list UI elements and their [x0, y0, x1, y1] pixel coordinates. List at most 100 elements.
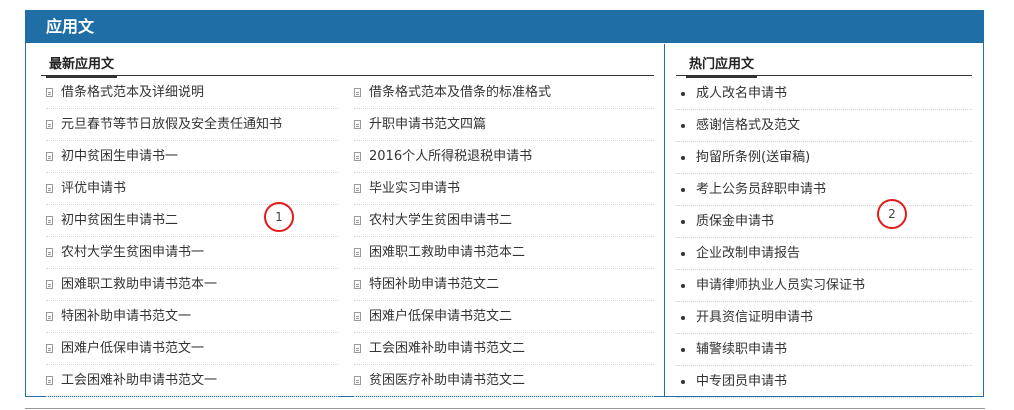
list-item-link[interactable]: 初中贫困生申请书二	[61, 205, 178, 236]
document-icon	[46, 248, 53, 257]
bullet-dot-icon	[681, 380, 685, 384]
list-item-link[interactable]: 申请律师执业人员实习保证书	[696, 270, 865, 301]
column-divider	[664, 44, 665, 397]
list-item-link[interactable]: 毕业实习申请书	[369, 173, 460, 204]
list-item-link[interactable]: 困难户低保申请书范文二	[369, 301, 512, 332]
hot-list-item[interactable]: 拘留所条例(送审稿)	[676, 142, 972, 174]
document-icon	[46, 312, 53, 321]
bullet-dot-icon	[681, 316, 685, 320]
document-icon	[354, 120, 361, 129]
list-item-link[interactable]: 开具资信证明申请书	[696, 302, 813, 333]
bullet-dot-icon	[681, 348, 685, 352]
list-item[interactable]: 元旦春节等节日放假及安全责任通知书	[46, 109, 338, 141]
app-writing-panel: 应用文 最新应用文 借条格式范本及详细说明 元旦春节等节日放假及安全责任通知书 初中…	[25, 10, 984, 398]
document-icon	[46, 184, 53, 193]
list-item-link[interactable]: 困难职工救助申请书范本二	[369, 237, 525, 268]
annotation-marker-1: 1	[264, 202, 294, 232]
list-item-link[interactable]: 借条格式范本及详细说明	[61, 77, 204, 108]
list-item-link[interactable]: 困难户低保申请书范文一	[61, 333, 204, 364]
list-item-link[interactable]: 特困补助申请书范文一	[61, 301, 191, 332]
list-item-link[interactable]: 贫困医疗补助申请书范文二	[369, 365, 525, 396]
list-item[interactable]: 困难户低保申请书范文二	[354, 301, 654, 333]
hot-list-item[interactable]: 成人改名申请书	[676, 78, 972, 110]
list-item-link[interactable]: 工会困难补助申请书范文一	[61, 365, 217, 396]
list-item-link[interactable]: 困难职工救助申请书范本一	[61, 269, 217, 300]
document-icon	[354, 312, 361, 321]
document-icon	[354, 216, 361, 225]
list-item[interactable]: 特困补助申请书范文二	[354, 269, 654, 301]
document-icon	[354, 248, 361, 257]
hot-list-item[interactable]: 中专团员申请书	[676, 366, 972, 398]
document-icon	[46, 216, 53, 225]
hot-list: 成人改名申请书 感谢信格式及范文 拘留所条例(送审稿) 考上公务员辞职申请书 质保金申请…	[676, 78, 972, 398]
latest-list-left: 借条格式范本及详细说明 元旦春节等节日放假及安全责任通知书 初中贫困生申请书一 评优申…	[46, 77, 338, 397]
list-item-link[interactable]: 升职申请书范文四篇	[369, 109, 486, 140]
document-icon	[46, 344, 53, 353]
list-item[interactable]: 借条格式范本及借条的标准格式	[354, 77, 654, 109]
list-item-link[interactable]: 评优申请书	[61, 173, 126, 204]
list-item-link[interactable]: 拘留所条例(送审稿)	[696, 142, 810, 173]
bullet-dot-icon	[681, 252, 685, 256]
bullet-dot-icon	[681, 220, 685, 224]
hot-list-item[interactable]: 企业改制申请报告	[676, 238, 972, 270]
list-item[interactable]: 农村大学生贫困申请书二	[354, 205, 654, 237]
document-icon	[46, 120, 53, 129]
hot-list-item[interactable]: 开具资信证明申请书	[676, 302, 972, 334]
list-item-link[interactable]: 工会困难补助申请书范文二	[369, 333, 525, 364]
document-icon	[46, 376, 53, 385]
list-item-link[interactable]: 中专团员申请书	[696, 366, 787, 397]
document-icon	[354, 184, 361, 193]
list-item[interactable]: 评优申请书	[46, 173, 338, 205]
hot-list-item[interactable]: 申请律师执业人员实习保证书	[676, 270, 972, 302]
list-item-link[interactable]: 农村大学生贫困申请书二	[369, 205, 512, 236]
list-item[interactable]: 工会困难补助申请书范文二	[354, 333, 654, 365]
list-item-link[interactable]: 考上公务员辞职申请书	[696, 174, 826, 205]
hot-list-item[interactable]: 考上公务员辞职申请书	[676, 174, 972, 206]
list-item-link[interactable]: 农村大学生贫困申请书一	[61, 237, 204, 268]
list-item-link[interactable]: 借条格式范本及借条的标准格式	[369, 77, 551, 108]
list-item-link[interactable]: 企业改制申请报告	[696, 238, 800, 269]
document-icon	[354, 376, 361, 385]
list-item-link[interactable]: 辅警续职申请书	[696, 334, 787, 365]
bullet-dot-icon	[681, 156, 685, 160]
list-item[interactable]: 困难职工救助申请书范本二	[354, 237, 654, 269]
panel-title: 应用文	[26, 11, 983, 43]
list-item-link[interactable]: 2016个人所得税退税申请书	[369, 141, 532, 172]
document-icon	[354, 280, 361, 289]
hot-list-item[interactable]: 感谢信格式及范文	[676, 110, 972, 142]
list-item[interactable]: 贫困医疗补助申请书范文二	[354, 365, 654, 397]
bottom-divider	[25, 408, 985, 409]
hot-section-rule	[676, 75, 972, 76]
list-item[interactable]: 工会困难补助申请书范文一	[46, 365, 338, 397]
bullet-dot-icon	[681, 92, 685, 96]
document-icon	[46, 152, 53, 161]
list-item-link[interactable]: 成人改名申请书	[696, 78, 787, 109]
list-item[interactable]: 借条格式范本及详细说明	[46, 77, 338, 109]
document-icon	[354, 88, 361, 97]
list-item[interactable]: 特困补助申请书范文一	[46, 301, 338, 333]
list-item[interactable]: 2016个人所得税退税申请书	[354, 141, 654, 173]
list-item[interactable]: 困难职工救助申请书范本一	[46, 269, 338, 301]
document-icon	[46, 88, 53, 97]
list-item-link[interactable]: 初中贫困生申请书一	[61, 141, 178, 172]
hot-list-item[interactable]: 质保金申请书	[676, 206, 972, 238]
hot-list-item[interactable]: 辅警续职申请书	[676, 334, 972, 366]
list-item-link[interactable]: 质保金申请书	[696, 206, 774, 237]
list-item[interactable]: 毕业实习申请书	[354, 173, 654, 205]
bullet-dot-icon	[681, 188, 685, 192]
list-item-link[interactable]: 元旦春节等节日放假及安全责任通知书	[61, 109, 282, 140]
list-item[interactable]: 初中贫困生申请书二	[46, 205, 338, 237]
list-item[interactable]: 初中贫困生申请书一	[46, 141, 338, 173]
annotation-marker-2: 2	[877, 199, 907, 229]
latest-list-right: 借条格式范本及借条的标准格式 升职申请书范文四篇 2016个人所得税退税申请书 毕业实…	[354, 77, 654, 397]
list-item[interactable]: 升职申请书范文四篇	[354, 109, 654, 141]
document-icon	[354, 152, 361, 161]
list-item-link[interactable]: 特困补助申请书范文二	[369, 269, 499, 300]
latest-section-rule	[41, 75, 654, 76]
list-item-link[interactable]: 感谢信格式及范文	[696, 110, 800, 141]
document-icon	[46, 280, 53, 289]
list-item[interactable]: 困难户低保申请书范文一	[46, 333, 338, 365]
bullet-dot-icon	[681, 124, 685, 128]
document-icon	[354, 344, 361, 353]
list-item[interactable]: 农村大学生贫困申请书一	[46, 237, 338, 269]
